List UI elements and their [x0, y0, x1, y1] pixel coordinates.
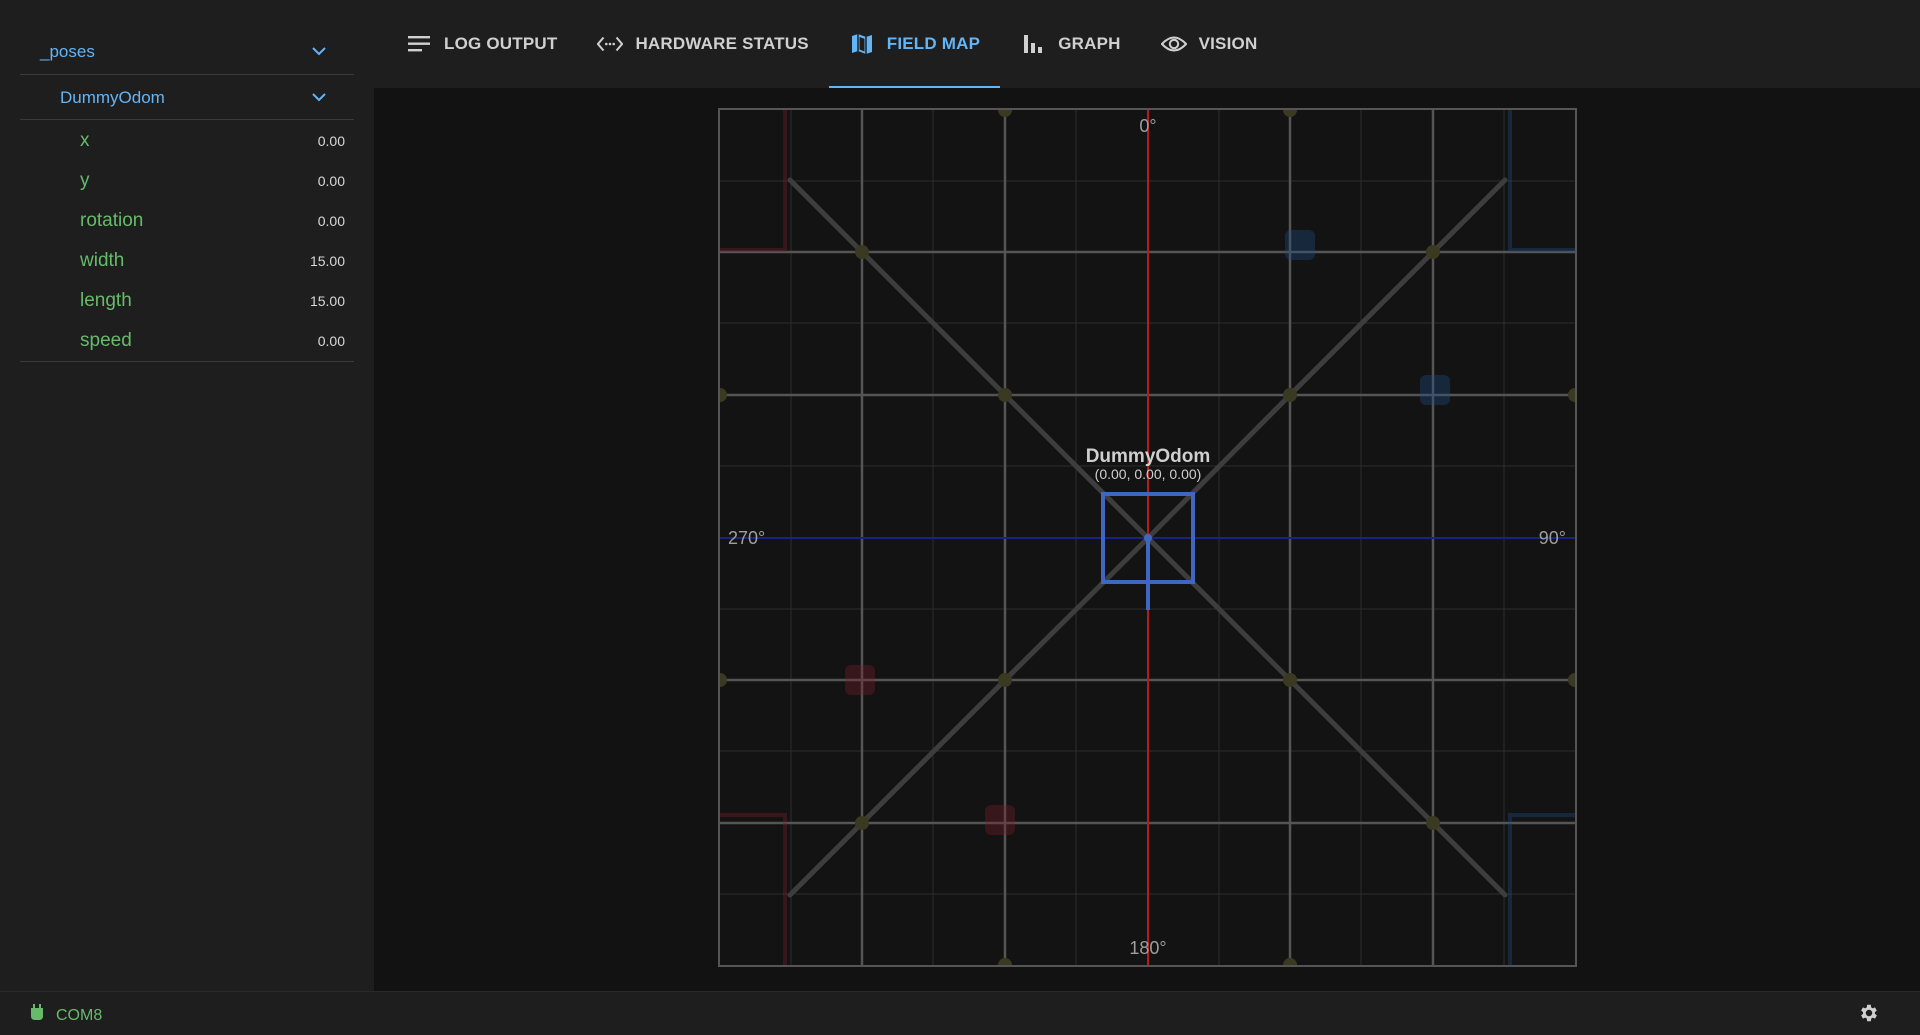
property-row-speed: speed 0.00 — [80, 321, 345, 361]
group-dummyodom[interactable]: DummyOdom — [20, 80, 354, 116]
connection-status[interactable]: COM8 — [30, 1004, 102, 1027]
field-graphic: 0° 90° 180° 270° DummyOdom (0.00, 0.00, … — [720, 110, 1575, 965]
robot-coords-label: (0.00, 0.00, 0.00) — [1095, 466, 1202, 482]
heading-label-bottom: 180° — [1129, 938, 1166, 958]
status-bar: COM8 — [0, 991, 1920, 1035]
property-name: width — [80, 250, 125, 271]
property-value: 0.00 — [317, 173, 345, 189]
divider — [20, 74, 354, 75]
robot-name-label: DummyOdom — [1086, 446, 1211, 467]
divider — [20, 361, 354, 362]
property-row-width: width 15.00 — [80, 241, 345, 281]
heading-label-top: 0° — [1139, 116, 1156, 136]
usb-plug-icon — [30, 1004, 44, 1027]
tab-label: HARDWARE STATUS — [635, 34, 809, 53]
heading-label-right: 90° — [1539, 528, 1566, 548]
divider — [20, 119, 354, 120]
list-icon — [406, 31, 432, 57]
field-map-canvas[interactable]: 0° 90° 180° 270° DummyOdom (0.00, 0.00, … — [718, 108, 1577, 967]
code-icon — [597, 31, 624, 57]
connection-label: COM8 — [56, 1006, 103, 1024]
group-poses[interactable]: _poses — [20, 34, 354, 70]
tab-field-map[interactable]: FIELD MAP — [828, 0, 1001, 88]
tab-graph[interactable]: GRAPH — [1000, 0, 1140, 88]
tab-label: LOG OUTPUT — [444, 34, 558, 53]
property-name: y — [80, 170, 90, 191]
property-value: 0.00 — [317, 213, 345, 229]
property-row-y: y 0.00 — [80, 161, 345, 201]
bar-chart-icon — [1020, 31, 1046, 57]
property-name: rotation — [80, 210, 144, 231]
property-value: 0.00 — [317, 133, 345, 149]
tab-bar: LOG OUTPUT HARDWARE STATUS FIELD MAP GRA… — [374, 0, 1920, 88]
property-row-x: x 0.00 — [80, 121, 345, 161]
property-name: speed — [80, 330, 132, 351]
tab-vision[interactable]: VISION — [1141, 0, 1278, 88]
gear-icon[interactable] — [1858, 1002, 1880, 1029]
chevron-down-icon[interactable] — [312, 46, 326, 58]
tab-hardware-status[interactable]: HARDWARE STATUS — [577, 0, 828, 88]
property-value: 0.00 — [317, 333, 345, 349]
property-value: 15.00 — [309, 253, 345, 269]
subgroup-label: DummyOdom — [60, 88, 165, 107]
property-name: length — [80, 290, 132, 311]
property-value: 15.00 — [309, 293, 345, 309]
heading-label-left: 270° — [728, 528, 765, 548]
property-row-length: length 15.00 — [80, 281, 345, 321]
group-label: _poses — [40, 42, 95, 61]
tab-label: GRAPH — [1058, 34, 1121, 53]
property-row-rotation: rotation 0.00 — [80, 201, 345, 241]
tab-log-output[interactable]: LOG OUTPUT — [386, 0, 577, 88]
property-name: x — [80, 130, 90, 151]
tab-label: VISION — [1198, 34, 1258, 53]
sidebar: _poses DummyOdom x 0.00 y 0.00 rotation … — [0, 0, 374, 992]
tab-label: FIELD MAP — [886, 34, 981, 53]
eye-icon — [1160, 31, 1187, 57]
map-icon — [849, 31, 875, 57]
chevron-down-icon[interactable] — [312, 92, 326, 104]
